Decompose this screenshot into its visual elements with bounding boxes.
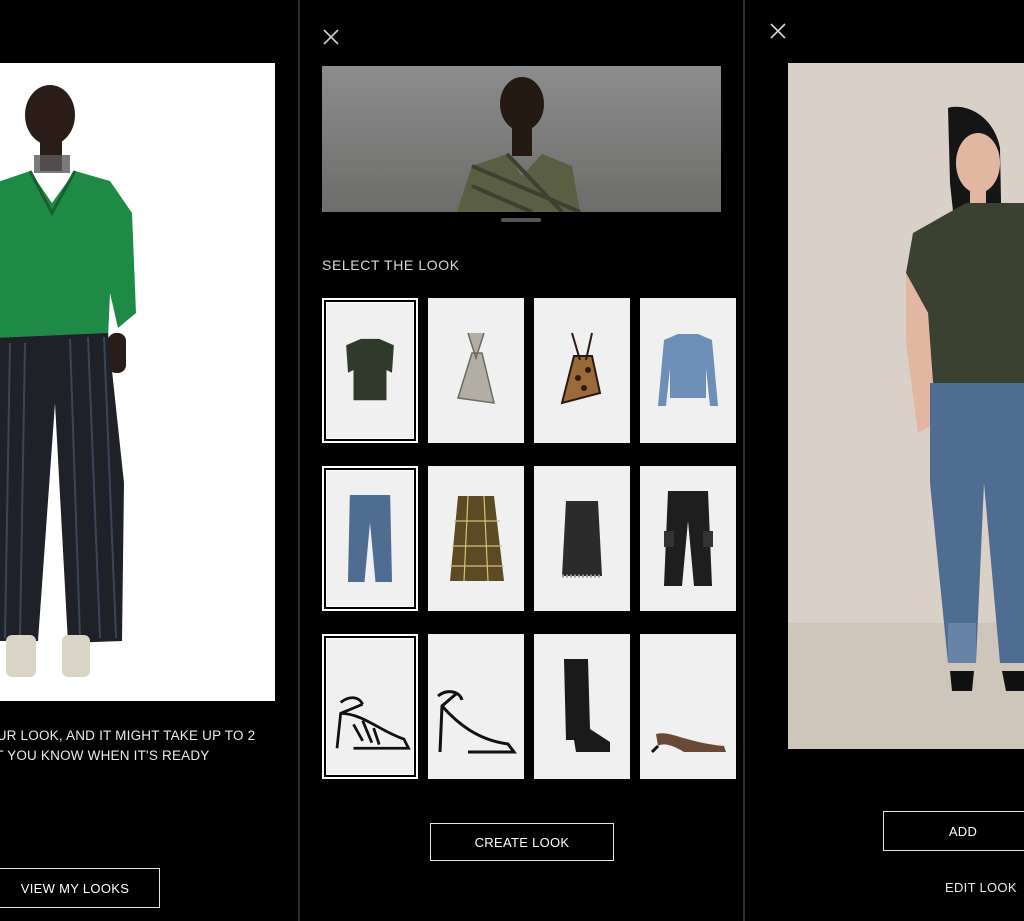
item-tile-black-strappy-sandals[interactable] (322, 634, 418, 779)
message-line-1: OUR LOOK, AND IT MIGHT TAKE UP TO 2 (0, 728, 256, 743)
item-tile-sequin-skirt[interactable] (534, 466, 630, 611)
section-title: SELECT THE LOOK (322, 257, 460, 273)
create-look-button[interactable]: CREATE LOOK (430, 823, 614, 861)
item-tile-animal-print-slingbacks[interactable] (640, 634, 736, 779)
item-tile-plaid-skirt[interactable] (428, 466, 524, 611)
item-tile-black-ankle-strap-heels[interactable] (428, 634, 524, 779)
item-tile-black-cowboy-boots[interactable] (534, 634, 630, 779)
item-tile-black-cargo-pants[interactable] (640, 466, 736, 611)
select-look-panel: SELECT THE LOOK CREATE LOOK (300, 0, 743, 921)
item-tile-leopard-halter-top[interactable] (534, 298, 630, 443)
item-tile-dark-green-knit-top[interactable] (322, 298, 418, 443)
generation-message: OUR LOOK, AND IT MIGHT TAKE UP TO 2 ET Y… (0, 726, 286, 766)
close-icon[interactable] (769, 22, 787, 40)
result-look-panel: ADD EDIT LOOK (745, 0, 1024, 921)
item-tile-blue-jeans[interactable] (322, 466, 418, 611)
model-preview-image (322, 66, 721, 212)
edit-look-link[interactable]: EDIT LOOK (945, 880, 1017, 895)
view-my-looks-button[interactable]: VIEW MY LOOKS (0, 868, 160, 908)
add-button[interactable]: ADD (883, 811, 1024, 851)
generated-look-photo (788, 63, 1024, 749)
close-icon[interactable] (322, 28, 340, 46)
generation-status-panel: OUR LOOK, AND IT MIGHT TAKE UP TO 2 ET Y… (0, 0, 298, 921)
message-line-2: ET YOU KNOW WHEN IT'S READY (0, 748, 210, 763)
item-tile-blue-sweater[interactable] (640, 298, 736, 443)
item-tile-sequin-halter-top[interactable] (428, 298, 524, 443)
drag-handle[interactable] (501, 218, 541, 222)
model-photo-green-sweater (0, 63, 275, 701)
